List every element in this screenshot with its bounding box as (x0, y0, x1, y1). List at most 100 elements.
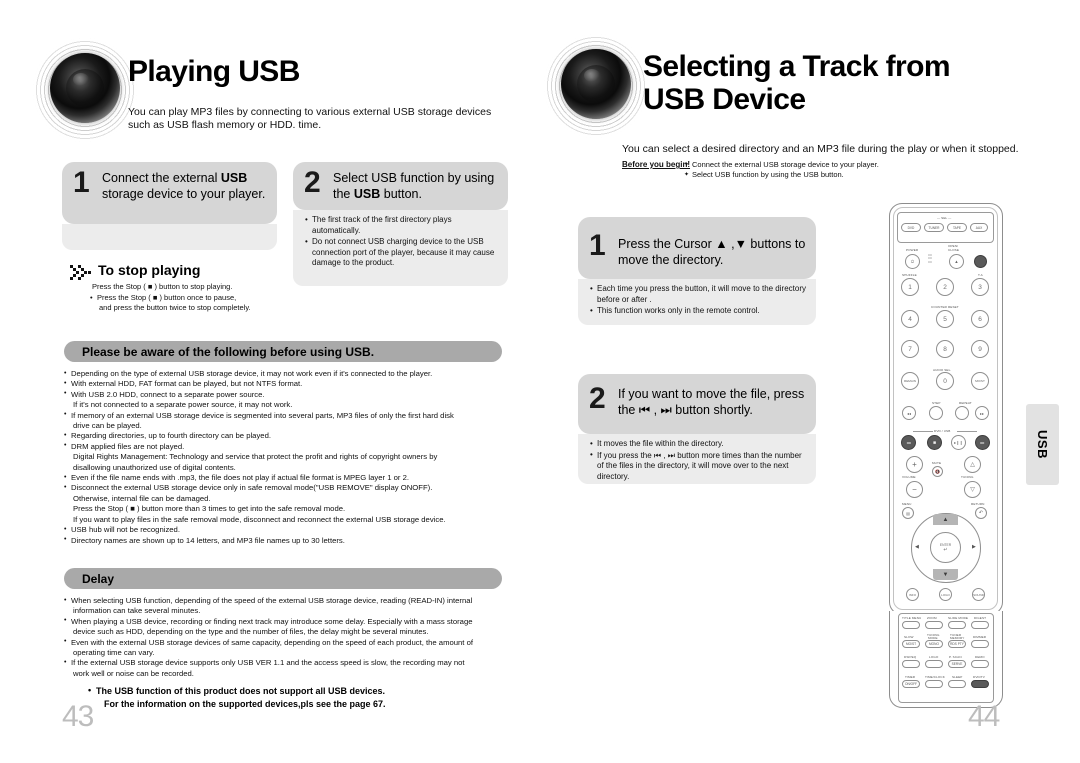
remote-key-6-label: 6 (978, 315, 982, 323)
step-2-notes-right: It moves the file within the directory. … (578, 434, 816, 484)
step-1-note-right: This function works only in the remote c… (590, 306, 806, 317)
remote-dpad-down-button[interactable]: ▼ (933, 569, 958, 580)
step-box-2-left: 2 Select USB function by using the USB b… (293, 162, 508, 286)
remote-tuning-label: TUNING (961, 475, 974, 479)
remote-volume-label: VOLUME (902, 475, 916, 479)
remote-stop-button[interactable]: ■ (927, 435, 942, 450)
delay-item: If the external USB storage device suppo… (64, 658, 509, 669)
remote-logo-grid-button[interactable] (925, 660, 943, 668)
step-box-1-left: 1 Connect the external USB storage devic… (62, 162, 277, 250)
remote-next-track-button[interactable]: ▸▸ (975, 435, 990, 450)
remote-info-button[interactable]: INFO (906, 588, 919, 601)
remote-time-clock-button[interactable] (925, 680, 943, 688)
remote-tuner-memory-button[interactable]: RDS PTY (948, 640, 966, 648)
remote-button-tape[interactable]: TAPE (947, 223, 967, 232)
remote-p-scan-label: P. SCAN (949, 655, 962, 659)
footnote-line-1: The USB function of this product does no… (88, 684, 508, 698)
remote-repeat-label: REPEAT (959, 401, 972, 405)
remote-timer-button[interactable]: ON/OFF (902, 680, 920, 688)
page-number-left: 43 (62, 700, 94, 733)
remote-menu-button[interactable]: ▤ (902, 507, 914, 519)
aware-item-cont: If you want to play files in the safe re… (73, 514, 446, 524)
remote-key-remain[interactable]: REMAIN (901, 372, 919, 390)
speaker-highlight-icon (584, 69, 600, 82)
footnote-line-2: For the information on the supported dev… (104, 699, 386, 709)
remote-usb-button[interactable] (974, 255, 987, 268)
remote-tuning-up-button[interactable]: △ (964, 456, 981, 473)
step-2-note: Do not connect USB charging device to th… (305, 237, 498, 269)
step-1-number-right: 1 (589, 229, 606, 262)
aware-item: Even if the file name ends with .mp3, th… (64, 473, 509, 484)
remote-zoom-label: ZOOM (927, 616, 937, 620)
remote-key-2[interactable]: 2 (936, 278, 954, 296)
remote-dpad-up-button[interactable]: ▲ (933, 514, 958, 525)
remote-tuning-mode-button[interactable]: MONO (925, 640, 943, 648)
remote-button-dvd[interactable]: DVD (901, 223, 921, 232)
delay-bullet-list: When selecting USB function, depending o… (64, 595, 509, 679)
remote-dpad-right-button[interactable]: ▶ (972, 544, 976, 550)
remote-power-button[interactable]: ⏻ (905, 254, 920, 269)
delay-item-cont: operating time can vary. (73, 648, 155, 658)
remote-volume-down-button[interactable]: − (906, 481, 923, 498)
remote-key-3[interactable]: 3 (971, 278, 989, 296)
before-you-begin-label: Before you begin! (622, 160, 691, 169)
remote-key-9[interactable]: 9 (971, 340, 989, 358)
step-2-number-right: 2 (589, 382, 606, 415)
remote-dvd-tv-button[interactable] (971, 680, 989, 688)
remote-slow-button[interactable]: MO/ST (902, 640, 920, 648)
speaker-logo-right (544, 34, 648, 138)
remote-title-menu-button[interactable] (902, 621, 920, 629)
remote-enter-glyph: ↵ (943, 546, 948, 553)
step-1-text-post: storage device to your player. (102, 187, 266, 201)
remote-digest-button[interactable] (971, 621, 989, 629)
remote-key-1[interactable]: 1 (901, 278, 919, 296)
remote-play-pause-button[interactable]: ▸❙❙ (951, 435, 966, 450)
remote-sound-button[interactable]: SOUND (972, 588, 985, 601)
remote-key-8[interactable]: 8 (936, 340, 954, 358)
remote-zoom-button[interactable] (925, 621, 943, 629)
step-1-text-right: Press the Cursor ▲ ,▼ buttons to move th… (618, 237, 806, 267)
remote-key-7-label: 7 (908, 345, 912, 353)
remote-rewind-button[interactable]: ◂◂ (902, 406, 916, 420)
remote-dsp-eq-label: DSP/EQ (904, 655, 917, 659)
remote-prev-track-button[interactable]: ◂◂ (901, 435, 916, 450)
remote-timer-label: TIMER (905, 675, 916, 679)
remote-repeat-button[interactable] (955, 406, 969, 420)
remote-open-close-button[interactable]: ▲ (949, 254, 964, 269)
remote-key-mo-st[interactable]: MO/ST (971, 372, 989, 390)
remote-logo-button[interactable]: LOGO (939, 588, 952, 601)
remote-demo-button[interactable] (971, 660, 989, 668)
remote-enter-button[interactable]: ENTER ↵ (930, 532, 961, 563)
speaker-highlight-icon (73, 73, 89, 86)
usb-side-tab-label: USB (1034, 430, 1050, 459)
remote-dimmer-button[interactable] (971, 640, 989, 648)
step-1-note-right: Each time you press the button, it will … (590, 284, 806, 305)
remote-p-scan-button[interactable]: SERVE (948, 660, 966, 668)
remote-key-7[interactable]: 7 (901, 340, 919, 358)
remote-button-aux[interactable]: AUX (970, 223, 988, 232)
aware-item: If memory of an external USB storage dev… (64, 410, 509, 421)
remote-key-4[interactable]: 4 (901, 310, 919, 328)
delay-item: Even with the external USB storage devic… (64, 637, 509, 648)
aware-item: Disconnect the external USB storage devi… (64, 483, 509, 494)
remote-dpad-left-button[interactable]: ◀ (915, 544, 919, 550)
remote-step-button[interactable] (929, 406, 943, 420)
remote-forward-button[interactable]: ▸▸ (975, 406, 989, 420)
step-1-text: Connect the external USB storage device … (102, 170, 267, 202)
remote-volume-up-button[interactable]: + (906, 456, 923, 473)
left-page: Playing USB You can play MP3 files by co… (0, 0, 540, 763)
remote-button-tuner[interactable]: TUNER (924, 223, 944, 232)
remote-slide-mode-button[interactable] (948, 621, 966, 629)
remote-logo-grid-label: LOGO (929, 655, 939, 659)
remote-key-0[interactable]: 0 (936, 372, 954, 390)
remote-key-6[interactable]: 6 (971, 310, 989, 328)
step-2-text: Select USB function by using the USB but… (333, 170, 498, 202)
remote-tuning-down-button[interactable]: ▽ (964, 481, 981, 498)
remote-key-5[interactable]: 5 (936, 310, 954, 328)
step-2-text-post: button. (380, 187, 422, 201)
remote-dsp-eq-button[interactable] (902, 660, 920, 668)
remote-return-button[interactable]: ↶ (975, 507, 987, 519)
remote-sleep-button[interactable] (948, 680, 966, 688)
aware-item: With external HDD, FAT format can be pla… (64, 379, 509, 390)
remote-mute-button[interactable]: 🔇 (932, 466, 943, 477)
